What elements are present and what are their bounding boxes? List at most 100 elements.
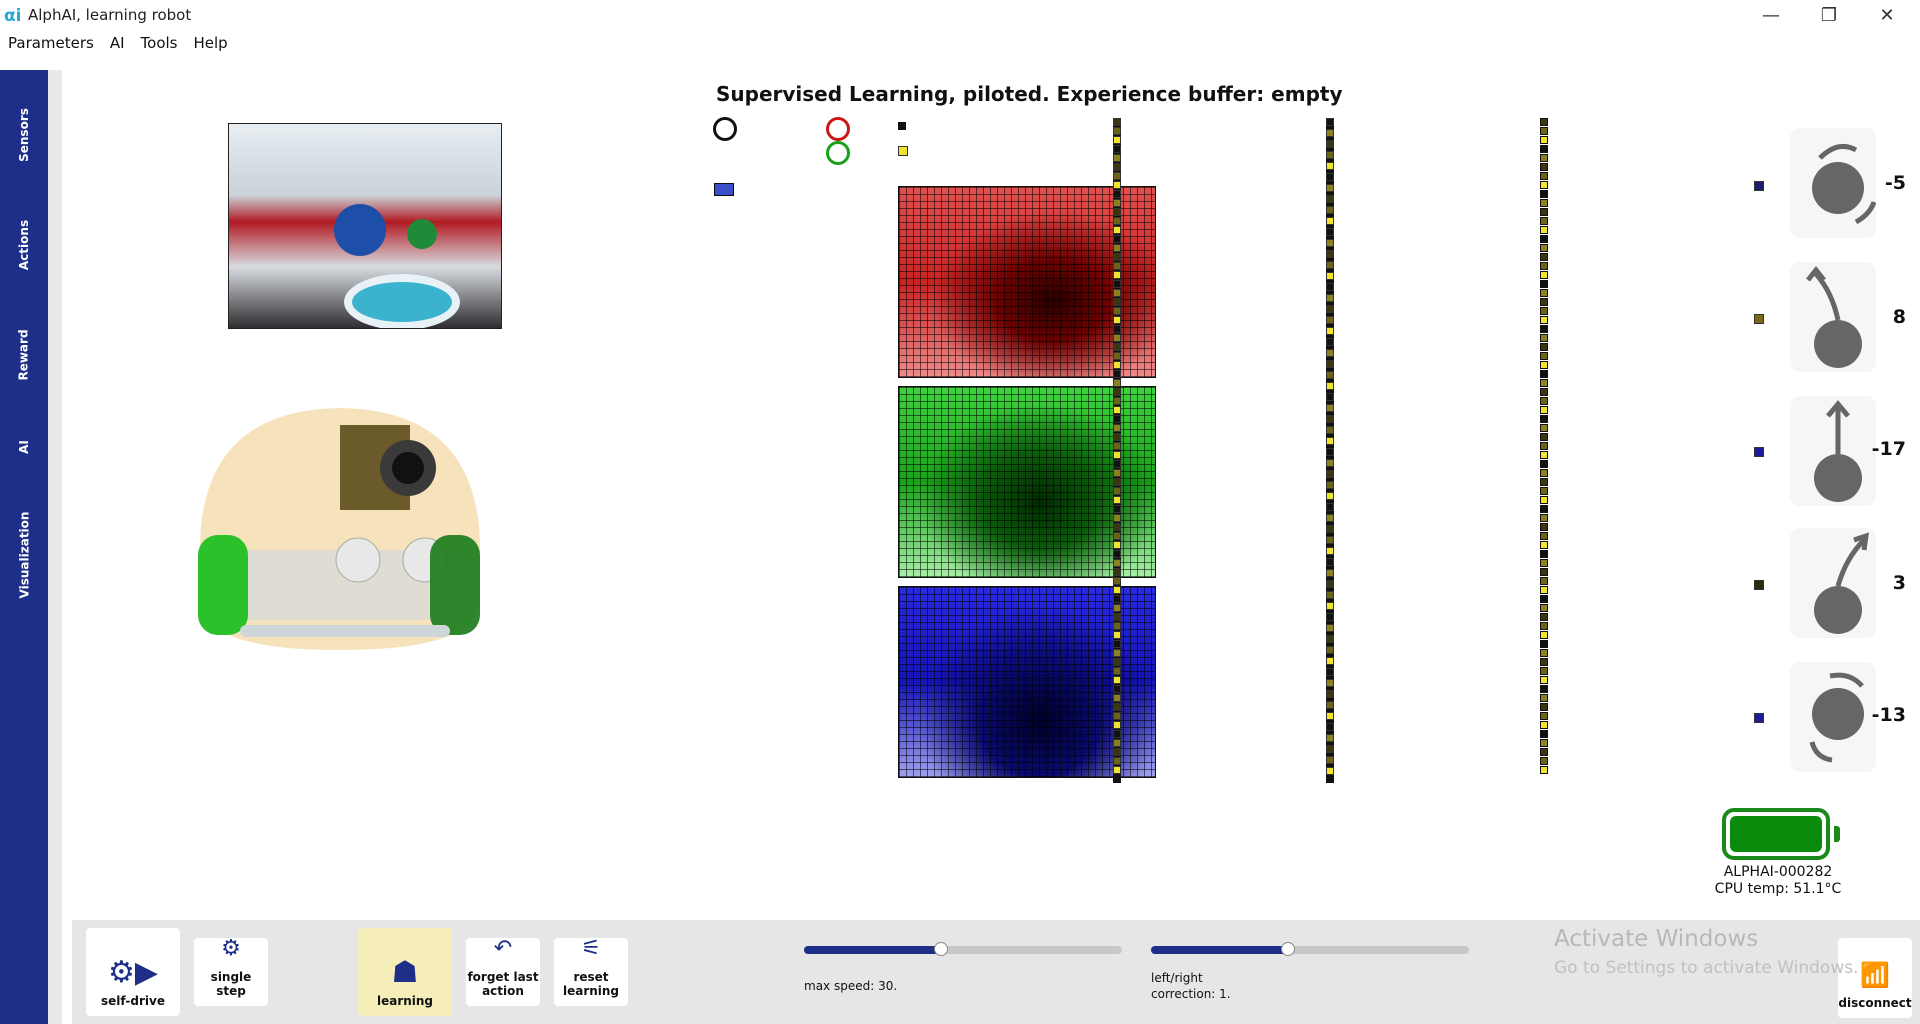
app-logo-icon: αi <box>4 6 22 26</box>
neuron-cell <box>1113 370 1121 378</box>
neuron-cell <box>1113 622 1121 630</box>
neuron-cell <box>1326 470 1334 478</box>
device-id: ALPHAI-000282 <box>1723 864 1833 880</box>
tab-reward-label: Reward <box>17 329 32 381</box>
neuron-cell <box>1113 712 1121 720</box>
neuron-cell <box>1326 712 1334 720</box>
neuron-cell <box>1540 694 1548 702</box>
max-speed-slider[interactable] <box>804 942 1122 956</box>
max-speed-knob[interactable] <box>933 942 948 956</box>
neuron-cell <box>1113 667 1121 675</box>
tab-actions[interactable]: Actions <box>0 190 48 300</box>
rotate-right-icon[interactable] <box>1790 662 1876 772</box>
undo-icon: ↶ <box>493 936 513 961</box>
max-speed-label: max speed: 30. <box>804 979 898 993</box>
neuron-cell <box>1326 239 1334 247</box>
neuron-cell <box>1113 118 1121 126</box>
neuron-cell <box>1113 757 1121 765</box>
max-speed-fill <box>804 946 941 954</box>
sensor-camera-icon <box>713 117 737 141</box>
neuron-cell <box>1326 129 1334 137</box>
neuron-cell <box>1326 646 1334 654</box>
tab-ai[interactable]: AI <box>0 392 48 502</box>
neuron-cell <box>1113 307 1121 315</box>
forward-icon[interactable] <box>1790 396 1876 506</box>
neuron-cell <box>1113 595 1121 603</box>
neuron-cell <box>1113 271 1121 279</box>
neuron-cell <box>1540 325 1548 333</box>
neuron-cell <box>1326 261 1334 269</box>
neuron-cell <box>1113 532 1121 540</box>
neuron-cell <box>1113 613 1121 621</box>
neuron-cell <box>1113 235 1121 243</box>
tab-ai-label: AI <box>16 440 31 454</box>
rotate-left-icon[interactable] <box>1790 128 1877 238</box>
action-indicator <box>1754 181 1764 191</box>
neuron-cell <box>1540 532 1548 540</box>
learning-button[interactable]: ☗ learning <box>358 928 452 1016</box>
window-title: AlphAI, learning robot <box>28 6 192 24</box>
neuron-cell <box>1540 163 1548 171</box>
neuron-cell <box>1326 536 1334 544</box>
menu-help[interactable]: Help <box>186 30 236 56</box>
neuron-cell <box>1326 613 1334 621</box>
neuron-cell <box>1540 685 1548 693</box>
neuron-cell <box>1113 136 1121 144</box>
turn-right-icon[interactable] <box>1790 528 1876 638</box>
neuron-cell <box>1326 591 1334 599</box>
left-right-correction-slider[interactable] <box>1151 942 1469 956</box>
reset-learning-button[interactable]: ⚟ reset learning <box>554 936 628 1006</box>
single-step-button[interactable]: ⚙ single step <box>194 936 268 1006</box>
sidebar-divider <box>48 70 62 1024</box>
neuron-cell <box>1540 271 1548 279</box>
learning-label: learning <box>376 994 434 1008</box>
neuron-cell <box>1113 649 1121 657</box>
menu-tools[interactable]: Tools <box>133 30 186 56</box>
close-button[interactable]: ✕ <box>1858 0 1916 30</box>
neuron-cell <box>1540 613 1548 621</box>
neuron-cell <box>1540 451 1548 459</box>
neuron-cell <box>1326 118 1334 126</box>
menu-parameters[interactable]: Parameters <box>0 30 102 56</box>
neuron-cell <box>1540 649 1548 657</box>
action-value: -13 <box>1871 704 1906 726</box>
neuron-cell <box>1540 496 1548 504</box>
tab-visualization[interactable]: Visualization <box>0 500 48 610</box>
neuron-cell <box>1113 694 1121 702</box>
neuron-cell <box>1540 172 1548 180</box>
neuron-cell <box>1326 525 1334 533</box>
menu-ai[interactable]: AI <box>102 30 133 56</box>
neuron-cell <box>1326 514 1334 522</box>
left-right-correction-knob[interactable] <box>1280 942 1295 956</box>
neuron-cell <box>1113 397 1121 405</box>
disconnect-button[interactable]: 📶 disconnect <box>1838 938 1912 1018</box>
tab-sensors[interactable]: Sensors <box>0 80 48 190</box>
turn-left-icon[interactable] <box>1790 262 1876 372</box>
neuron-cell <box>1326 701 1334 709</box>
neuron-cell <box>1540 379 1548 387</box>
neuron-cell <box>1326 382 1334 390</box>
camera-view <box>228 123 502 329</box>
neuron-cell <box>1326 459 1334 467</box>
neuron-cell <box>1113 244 1121 252</box>
neuron-cell <box>1113 559 1121 567</box>
neuron-cell <box>1326 448 1334 456</box>
neuron-cell <box>1326 426 1334 434</box>
minimize-button[interactable]: — <box>1742 0 1800 30</box>
neuron-cell <box>1540 667 1548 675</box>
reset-label-2: learning <box>562 984 620 998</box>
sensor-red-icon <box>826 117 850 141</box>
neuron-cell <box>1113 766 1121 774</box>
neuron-cell <box>1326 745 1334 753</box>
neuron-cell <box>1326 184 1334 192</box>
neuron-cell <box>1326 393 1334 401</box>
neuron-yellow-indicator <box>898 146 908 156</box>
tab-sensors-label: Sensors <box>17 108 31 162</box>
camera-green-object <box>407 219 437 249</box>
tab-visualization-label: Visualization <box>17 511 32 599</box>
neuron-cell <box>1113 586 1121 594</box>
restore-button[interactable]: ❐ <box>1800 0 1858 30</box>
neuron-cell <box>1540 334 1548 342</box>
forget-last-action-button[interactable]: ↶ forget last action <box>466 936 540 1006</box>
self-drive-button[interactable]: ⚙▶ self-drive <box>86 928 180 1016</box>
